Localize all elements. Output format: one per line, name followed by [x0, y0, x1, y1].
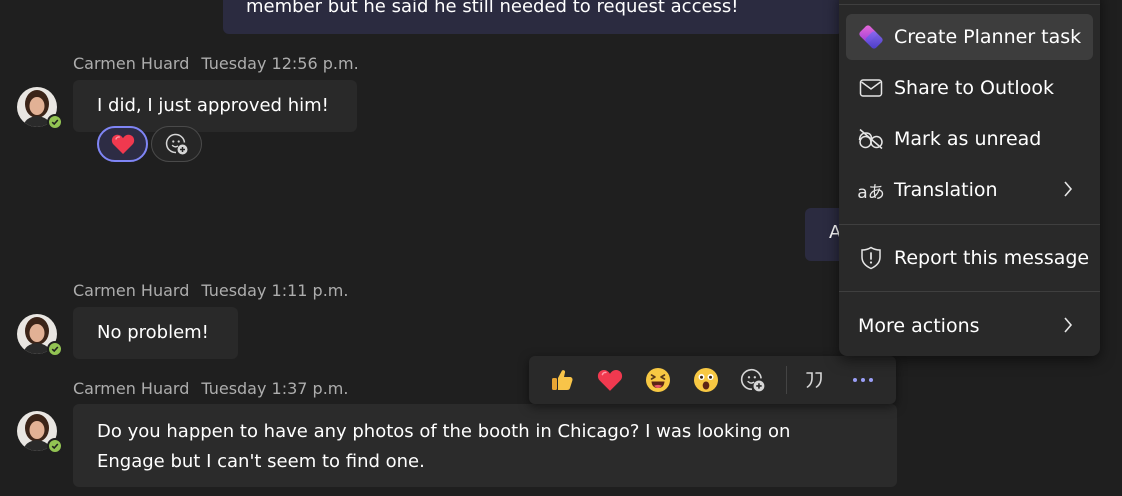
message-context-menu: Create Planner task Share to Outlook Mar…: [839, 0, 1100, 356]
message-header: Carmen Huard Tuesday 1:11 p.m.: [73, 281, 348, 300]
heart-reaction-button[interactable]: [593, 364, 627, 396]
menu-item-more-actions[interactable]: More actions: [846, 303, 1093, 349]
menu-divider: [839, 291, 1100, 292]
laugh-icon: [646, 368, 670, 392]
translate-icon: aあ: [857, 182, 885, 203]
message-header: Carmen Huard Tuesday 12:56 p.m.: [73, 54, 359, 73]
message-timestamp: Tuesday 12:56 p.m.: [201, 54, 359, 73]
menu-item-label: Share to Outlook: [894, 77, 1054, 99]
shield-icon: [858, 245, 884, 271]
quote-button[interactable]: [798, 364, 832, 396]
author-name: Carmen Huard: [73, 54, 190, 73]
chevron-right-icon: [1064, 317, 1073, 333]
heart-icon: [597, 370, 623, 391]
menu-divider: [839, 4, 1100, 5]
add-reaction-button[interactable]: [151, 126, 202, 162]
message-text: I did, I just approved him!: [97, 95, 329, 116]
planner-icon: [858, 24, 884, 50]
message-timestamp: Tuesday 1:37 p.m.: [201, 379, 349, 398]
message-bubble[interactable]: No problem!: [73, 307, 238, 359]
menu-item-label: Create Planner task: [894, 26, 1082, 48]
thumbs-up-icon: [552, 370, 573, 390]
toolbar-divider: [786, 366, 787, 394]
surprised-reaction-button[interactable]: [689, 364, 723, 396]
author-name: Carmen Huard: [73, 379, 190, 398]
heart-icon: [111, 134, 134, 154]
presence-available-icon: [47, 438, 63, 454]
heart-reaction-button[interactable]: [97, 126, 148, 162]
more-options-icon: [853, 378, 873, 382]
message-text: No problem!: [97, 322, 209, 343]
menu-item-create-planner-task[interactable]: Create Planner task: [846, 14, 1093, 60]
message-bubble[interactable]: Do you happen to have any photos of the …: [73, 404, 897, 487]
menu-item-mark-as-unread[interactable]: Mark as unread: [846, 116, 1093, 162]
add-reaction-button[interactable]: [736, 364, 770, 396]
quote-icon: [806, 372, 822, 388]
menu-item-report-this-message[interactable]: Report this message: [846, 235, 1093, 281]
menu-item-label: Report this message: [894, 247, 1090, 269]
message-bubble[interactable]: I did, I just approved him!: [73, 80, 357, 132]
menu-item-share-to-outlook[interactable]: Share to Outlook: [846, 65, 1093, 111]
chevron-right-icon: [1064, 181, 1073, 197]
menu-item-label: More actions: [858, 315, 980, 337]
add-reaction-icon: [165, 133, 187, 155]
message-timestamp: Tuesday 1:11 p.m.: [201, 281, 349, 300]
avatar[interactable]: [17, 87, 63, 130]
mail-icon: [858, 75, 884, 101]
avatar[interactable]: [17, 411, 63, 454]
add-reaction-icon: [740, 368, 765, 392]
avatar[interactable]: [17, 314, 63, 357]
message-text-line: Engage but I can't seem to find one.: [97, 451, 425, 472]
menu-divider: [839, 224, 1100, 225]
outgoing-message-bubble[interactable]: member but he said he still needed to re…: [223, 0, 843, 34]
menu-item-label: Translation: [894, 179, 998, 201]
like-reaction-button[interactable]: [545, 364, 579, 396]
presence-available-icon: [47, 114, 63, 130]
presence-available-icon: [47, 341, 63, 357]
message-reaction-toolbar: [529, 356, 896, 404]
more-options-button[interactable]: [846, 364, 880, 396]
laugh-reaction-button[interactable]: [641, 364, 675, 396]
mark-unread-icon: [858, 126, 884, 152]
author-name: Carmen Huard: [73, 281, 190, 300]
menu-item-translation[interactable]: aあ Translation: [846, 167, 1093, 213]
menu-item-label: Mark as unread: [894, 128, 1042, 150]
message-header: Carmen Huard Tuesday 1:37 p.m.: [73, 379, 348, 398]
surprised-icon: [694, 368, 718, 392]
message-text: member but he said he still needed to re…: [246, 0, 739, 17]
message-text-line: Do you happen to have any photos of the …: [97, 421, 791, 442]
